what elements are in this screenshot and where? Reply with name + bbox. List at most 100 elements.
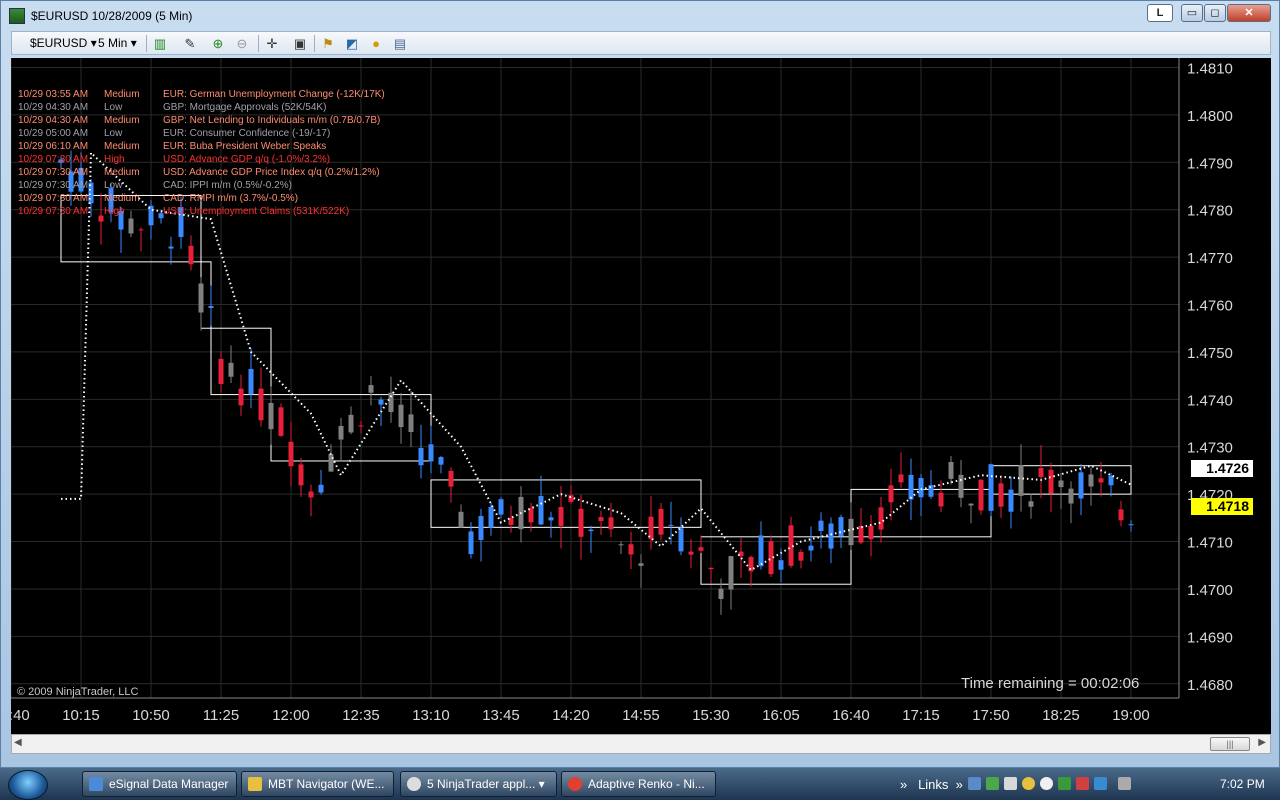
candle-body	[588, 529, 594, 532]
scroll-right-arrow[interactable]: ▶	[1258, 737, 1266, 748]
y-tick-label: 1.4680	[1187, 677, 1233, 694]
news-headline: GBP: Mortgage Approvals (52K/54K)	[163, 102, 327, 113]
x-tick-label: 17:15	[902, 707, 940, 724]
candle-body	[878, 507, 884, 530]
link-button[interactable]: L	[1147, 4, 1173, 22]
candle-body	[378, 399, 384, 405]
maximize-button[interactable]: ◻	[1204, 4, 1226, 22]
scroll-left-arrow[interactable]: ◀	[14, 737, 22, 748]
crosshair-icon[interactable]: ✛	[264, 36, 280, 52]
drawing-tools-icon[interactable]: ✎	[182, 36, 198, 52]
tray-app-icon[interactable]	[1040, 777, 1053, 790]
candle-body	[228, 362, 234, 377]
candle-body	[348, 414, 354, 433]
news-time: 10/29 07:30 AM	[18, 180, 89, 191]
tray-app-icon[interactable]	[1022, 777, 1035, 790]
y-tick-label: 1.4780	[1187, 203, 1233, 220]
candle-body	[608, 517, 614, 530]
candle-body	[1068, 488, 1074, 504]
candle-body	[828, 523, 834, 549]
x-tick-label: 09:40	[11, 707, 30, 724]
zoom-in-icon[interactable]: ⊕	[210, 36, 226, 52]
tray-app-icon[interactable]	[1076, 777, 1089, 790]
candle-body	[928, 485, 934, 497]
last-price-badge: 1.4726	[1191, 460, 1253, 477]
interval-label: 5 Min	[98, 36, 128, 50]
candle-body	[958, 474, 964, 498]
taskbar-esignal[interactable]: eSignal Data Manager	[82, 771, 237, 797]
currency-icon[interactable]: ●	[368, 36, 384, 52]
interval-selector[interactable]: 5 Min ▾	[98, 36, 137, 50]
taskbar-browser[interactable]: Adaptive Renko - Ni...	[561, 771, 716, 797]
system-clock[interactable]: 7:02 PM	[1220, 777, 1265, 791]
current-price-badge: 1.4718	[1191, 498, 1253, 515]
tray-volume-icon[interactable]	[1094, 777, 1107, 790]
candle-body	[978, 479, 984, 511]
candle-body	[1038, 468, 1044, 477]
candle-body	[1118, 509, 1124, 521]
candle-body	[458, 511, 464, 528]
taskbar-ninjatrader-group[interactable]: 5 NinjaTrader appl... ▾	[400, 771, 557, 797]
minimize-button[interactable]: ▭	[1181, 4, 1203, 22]
data-box-icon[interactable]: ▣	[292, 36, 308, 52]
candle-body	[318, 484, 324, 493]
news-headline: EUR: Consumer Confidence (-19/-17)	[163, 128, 331, 139]
strategies-icon[interactable]: ⚑	[320, 36, 336, 52]
candle-body	[298, 464, 304, 486]
candle-body	[778, 560, 784, 570]
candle-body	[1128, 524, 1134, 526]
news-headline: EUR: Buba President Weber Speaks	[163, 141, 327, 152]
ninjatrader-window: $EURUSD 10/28/2009 (5 Min) L ▭ ◻ ✕ $EURU…	[0, 0, 1280, 768]
candle-body	[1008, 489, 1014, 512]
candle-body	[578, 508, 584, 537]
candle-body	[808, 545, 814, 551]
news-importance: Low	[104, 102, 123, 113]
x-tick-label: 16:40	[832, 707, 870, 724]
candle-body	[1048, 469, 1054, 494]
zoom-out-icon[interactable]: ⊖	[234, 36, 250, 52]
instrument-selector[interactable]: $EURUSD ▾	[30, 36, 97, 50]
candle-body	[128, 218, 134, 234]
tray-app-icon[interactable]	[986, 777, 999, 790]
candle-body	[838, 517, 844, 537]
x-tick-label: 18:25	[1042, 707, 1080, 724]
taskbar-mbt-navigator[interactable]: MBT Navigator (WE...	[241, 771, 394, 797]
candle-body	[798, 552, 804, 561]
tray-app-icon[interactable]	[1004, 777, 1017, 790]
news-importance: High	[104, 154, 125, 165]
candle-body	[308, 491, 314, 498]
candle-body	[488, 506, 494, 528]
news-importance: High	[104, 206, 125, 217]
start-button[interactable]	[8, 770, 48, 800]
title-bar[interactable]: $EURUSD 10/28/2009 (5 Min) L ▭ ◻ ✕	[1, 1, 1280, 31]
candle-body	[188, 245, 194, 265]
candle-body	[658, 508, 664, 535]
x-tick-label: 14:20	[552, 707, 590, 724]
x-tick-label: 10:15	[62, 707, 100, 724]
candle-body	[858, 525, 864, 543]
tray-network-icon[interactable]	[968, 777, 981, 790]
candle-body	[428, 444, 434, 462]
copyright-label: © 2009 NinjaTrader, LLC	[17, 686, 139, 698]
y-tick-label: 1.4700	[1187, 582, 1233, 599]
candle-body	[218, 358, 224, 384]
candle-body	[358, 425, 364, 427]
news-importance: Medium	[104, 193, 140, 204]
candle-body	[1098, 478, 1104, 483]
close-button[interactable]: ✕	[1227, 4, 1271, 22]
ninjatrader-icon	[407, 777, 421, 791]
properties-icon[interactable]: ▤	[392, 36, 408, 52]
news-time: 10/29 07:30 AM	[18, 154, 89, 165]
indicators-icon[interactable]: ◩	[344, 36, 360, 52]
y-tick-label: 1.4770	[1187, 250, 1233, 267]
links-toolbar[interactable]: » Links »	[900, 777, 963, 792]
y-tick-label: 1.4750	[1187, 345, 1233, 362]
price-chart[interactable]: 1.4810 1.4800 1.4790 1.4780 1.4770 1.4760 1.47…	[11, 58, 1271, 734]
scroll-thumb[interactable]: |||	[1210, 737, 1250, 751]
tray-app-icon[interactable]	[1058, 777, 1071, 790]
horizontal-scrollbar[interactable]: ◀ ||| ▶	[11, 734, 1271, 754]
tray-power-icon[interactable]	[1118, 777, 1131, 790]
candle-body	[888, 485, 894, 503]
y-tick-label: 1.4790	[1187, 155, 1233, 172]
chart-style-icon[interactable]: ▥	[152, 36, 168, 52]
